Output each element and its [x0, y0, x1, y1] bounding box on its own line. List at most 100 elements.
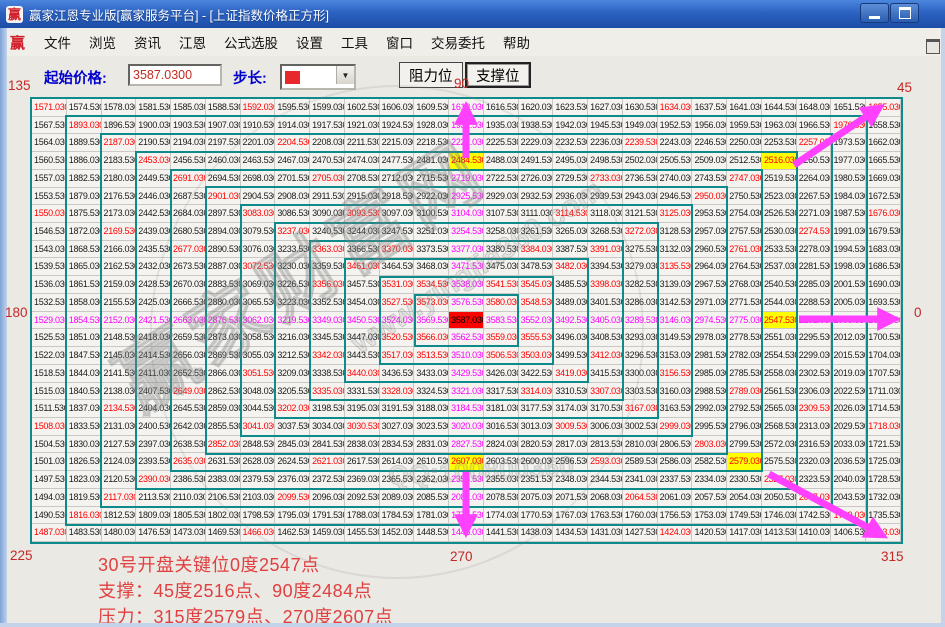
angle-label-315: 315: [881, 549, 904, 564]
grid-cell: 1994.5300: [831, 241, 866, 259]
grid-cell: 1487.0300: [32, 524, 67, 542]
minimize-icon: [869, 16, 880, 19]
grid-cell: 1840.5300: [67, 383, 102, 401]
grid-cell: 3394.5300: [588, 258, 623, 276]
grid-cell: 2971.0300: [692, 294, 727, 312]
grid-cell: 2246.5300: [692, 134, 727, 152]
grid-cell: 1679.5300: [866, 223, 901, 241]
grid-cell: 1480.0300: [102, 524, 137, 542]
grid-cell: 3296.5300: [623, 347, 658, 365]
grid-cell: 3559.0300: [484, 329, 519, 347]
grid-cell: 3100.5300: [414, 205, 449, 223]
window-title: 赢家江恩专业版[赢家服务平台] - [上证指数价格正方形]: [29, 5, 329, 24]
grid-cell: 1795.0300: [275, 507, 310, 525]
grid-cell: 3513.5300: [414, 347, 449, 365]
grid-cell: 2299.0300: [797, 347, 832, 365]
grid-cell: 1732.0300: [866, 489, 901, 507]
menu-item-交易委托[interactable]: 交易委托: [422, 32, 494, 55]
grid-cell: 3265.0300: [553, 223, 588, 241]
analysis-summary: 30号开盘关键位0度2547点支撑：45度2516点、90度2484点压力：31…: [98, 552, 393, 627]
grid-cell: 2572.0300: [762, 436, 797, 454]
maximize-button[interactable]: [890, 3, 919, 23]
grid-cell: 3058.5300: [241, 329, 276, 347]
grid-cell: 2187.0300: [102, 134, 137, 152]
grid-cell: 3205.5300: [275, 383, 310, 401]
grid-cell: 1781.0300: [414, 507, 449, 525]
grid-cell: 2985.0300: [692, 365, 727, 383]
grid-cell: 2918.5300: [380, 188, 415, 206]
grid-cell: 1455.5300: [345, 524, 380, 542]
step-select[interactable]: ▼: [280, 64, 356, 90]
support-button[interactable]: 支撑位: [465, 62, 531, 88]
grid-cell: 2635.0300: [171, 453, 206, 471]
grid-cell: 1900.0300: [136, 117, 171, 135]
grid-cell: 2554.5300: [762, 347, 797, 365]
step-color-swatch: [285, 71, 300, 84]
menu-item-浏览[interactable]: 浏览: [80, 32, 125, 55]
menu-item-江恩[interactable]: 江恩: [170, 32, 215, 55]
grid-cell: 2491.5300: [519, 152, 554, 170]
grid-cell: 2316.5300: [797, 436, 832, 454]
grid-cell: 1427.5300: [623, 524, 658, 542]
grid-cell: 2505.5300: [658, 152, 693, 170]
grid-cell: 1704.0300: [866, 347, 901, 365]
grid-cell: 2922.0300: [414, 188, 449, 206]
grid-cell: 2239.5300: [623, 134, 658, 152]
menu-item-资讯[interactable]: 资讯: [125, 32, 170, 55]
grid-cell: 3114.5300: [553, 205, 588, 223]
resistance-button[interactable]: 阻力位: [399, 62, 463, 88]
grid-cell: 1816.0300: [67, 507, 102, 525]
grid-cell: 2848.5300: [241, 436, 276, 454]
grid-cell: 2267.5300: [797, 188, 832, 206]
grid-cell: 1403.0300: [866, 524, 901, 542]
grid-cell: 1760.0300: [623, 507, 658, 525]
grid-cell: 2743.5300: [692, 170, 727, 188]
grid-cell: 2782.0300: [727, 347, 762, 365]
grid-cell: 2813.5300: [588, 436, 623, 454]
grid-cell: 2789.0300: [727, 383, 762, 401]
grid-cell: 2649.0300: [171, 383, 206, 401]
grid-cell: 2138.0300: [102, 383, 137, 401]
grid-cell: 1445.0300: [449, 524, 484, 542]
menu-item-公式选股[interactable]: 公式选股: [215, 32, 287, 55]
grid-cell: 3135.5300: [658, 258, 693, 276]
grid-cell: 2705.0300: [310, 170, 345, 188]
grid-cell: 2428.5300: [136, 276, 171, 294]
grid-cell: 3555.5300: [519, 329, 554, 347]
grid-cell: 1571.0300: [32, 99, 67, 117]
grid-cell: 2656.0300: [171, 347, 206, 365]
grid-cell: 2820.5300: [519, 436, 554, 454]
minimize-button[interactable]: [860, 3, 889, 23]
start-price-input[interactable]: [128, 64, 222, 86]
grid-cell: 2215.0300: [380, 134, 415, 152]
grid-cell: 2022.5300: [831, 383, 866, 401]
menu-item-窗口[interactable]: 窗口: [377, 32, 422, 55]
grid-cell: 3363.0300: [310, 241, 345, 259]
grid-cell: 3142.5300: [658, 294, 693, 312]
grid-cell: 3009.5300: [553, 418, 588, 436]
grid-cell: 3482.0300: [553, 258, 588, 276]
grid-cell: 3020.0300: [449, 418, 484, 436]
menu-item-帮助[interactable]: 帮助: [494, 32, 539, 55]
grid-cell: 3198.5300: [310, 400, 345, 418]
mdi-child-window-icon[interactable]: [926, 39, 940, 54]
grid-cell-highlight-90: 2484.5300: [449, 152, 484, 170]
grid-cell: 3492.5300: [553, 312, 588, 330]
grid-cell: 1721.5300: [866, 436, 901, 454]
menu-item-文件[interactable]: 文件: [35, 32, 80, 55]
grid-cell: 3006.0300: [588, 418, 623, 436]
grid-cell: 3436.5300: [380, 365, 415, 383]
grid-cell: 1763.5300: [588, 507, 623, 525]
grid-cell: 2740.0300: [658, 170, 693, 188]
grid-cell: 2488.0300: [484, 152, 519, 170]
grid-cell: 2939.5300: [588, 188, 623, 206]
menu-item-设置[interactable]: 设置: [287, 32, 332, 55]
grid-cell: 3121.5300: [623, 205, 658, 223]
menu-item-工具[interactable]: 工具: [332, 32, 377, 55]
grid-cell: 1508.0300: [32, 418, 67, 436]
grid-cell: 2806.5300: [658, 436, 693, 454]
grid-cell: 2960.5300: [692, 241, 727, 259]
chevron-down-icon[interactable]: ▼: [336, 66, 354, 84]
grid-cell: 3324.5300: [414, 383, 449, 401]
grid-cell: 2008.5300: [831, 312, 866, 330]
